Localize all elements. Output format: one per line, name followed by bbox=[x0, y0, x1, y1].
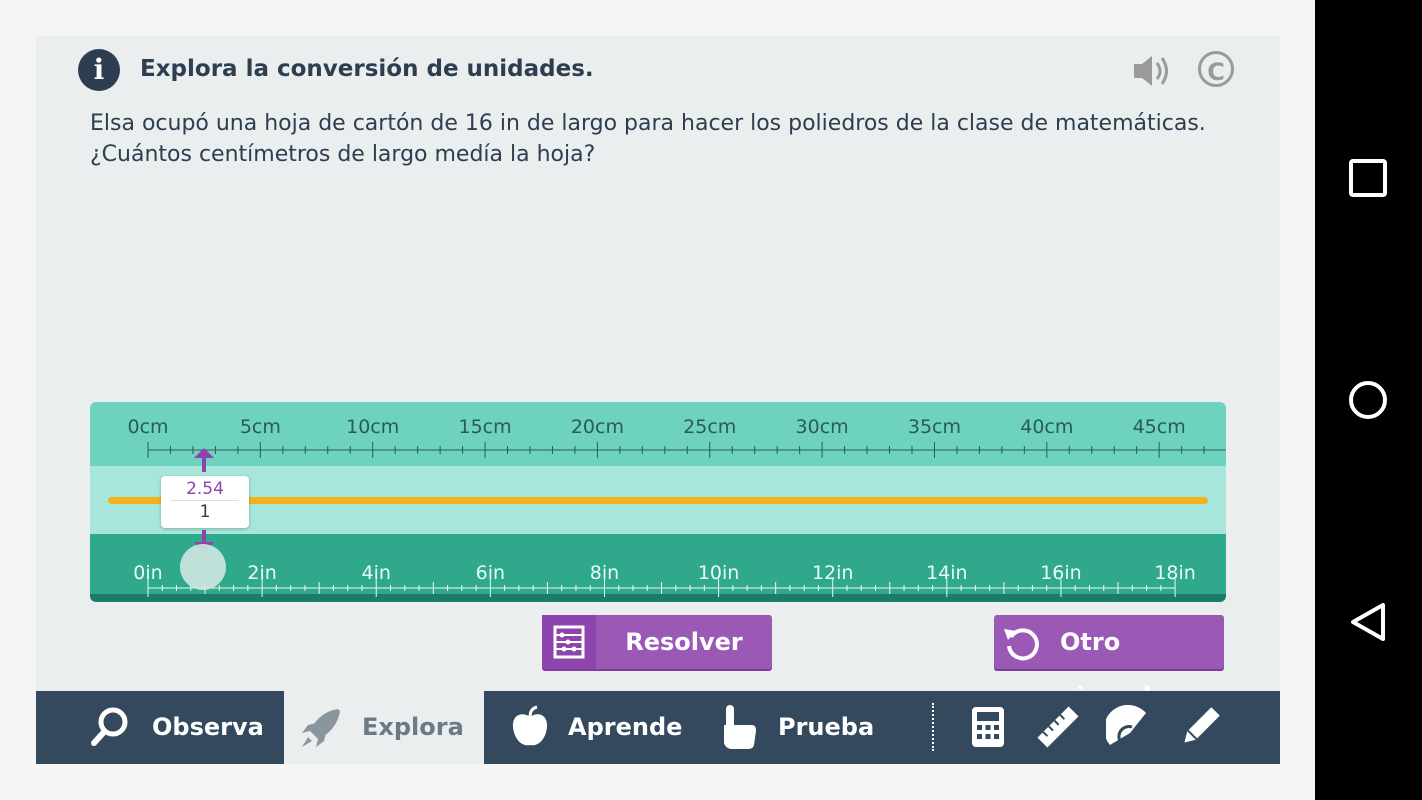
drag-handle[interactable] bbox=[180, 544, 226, 590]
nav-separator bbox=[932, 703, 934, 751]
square-recent-icon[interactable] bbox=[1347, 157, 1389, 199]
marker-cm-value: 2.54 bbox=[186, 479, 224, 499]
triangle-back-icon[interactable] bbox=[1347, 601, 1389, 643]
tab-aprende[interactable]: Aprende bbox=[484, 691, 692, 764]
question-text: Elsa ocupó una hoja de cartón de 16 in d… bbox=[90, 108, 1206, 170]
protractor-icon[interactable] bbox=[1106, 705, 1150, 749]
tab-observa-label: Observa bbox=[152, 713, 264, 741]
tab-prueba[interactable]: Prueba bbox=[692, 691, 892, 764]
otro-ejemplo-button[interactable]: Otro ejemplo bbox=[994, 615, 1224, 710]
pointer-hand-icon bbox=[724, 705, 756, 749]
abacus-icon bbox=[542, 615, 596, 669]
conversion-ruler[interactable]: 0cm 5cm 10cm 15cm 20cm 25cm 30cm 35cm 40cm 45cm 0… bbox=[90, 402, 1226, 602]
question-line-2: ¿Cuántos centímetros de largo medía la h… bbox=[90, 142, 596, 167]
pencil-icon[interactable] bbox=[1178, 705, 1222, 749]
page-title: Explora la conversión de unidades. bbox=[140, 56, 594, 82]
marker-in-value: 1 bbox=[171, 500, 239, 523]
tab-explora[interactable]: Explora bbox=[284, 691, 484, 764]
calculator-icon[interactable] bbox=[966, 705, 1010, 749]
system-nav-bar bbox=[1315, 0, 1422, 800]
question-line-1: Elsa ocupó una hoja de cartón de 16 in d… bbox=[90, 111, 1206, 136]
rocket-icon bbox=[302, 709, 340, 747]
tab-explora-label: Explora bbox=[362, 713, 464, 741]
ruler-icon[interactable] bbox=[1036, 705, 1080, 749]
search-icon bbox=[91, 707, 128, 746]
bottom-nav: Observa Explora Aprende Prueba bbox=[36, 691, 1280, 764]
header: i Explora la conversión de unidades. C bbox=[36, 36, 1280, 106]
apple-icon bbox=[512, 705, 548, 746]
speaker-icon[interactable] bbox=[1132, 52, 1172, 90]
tab-aprende-label: Aprende bbox=[568, 713, 683, 741]
refresh-icon bbox=[994, 615, 1048, 669]
resolver-button[interactable]: Resolver bbox=[542, 615, 772, 669]
app-window: i Explora la conversión de unidades. C E… bbox=[36, 36, 1280, 764]
tab-observa[interactable]: Observa bbox=[36, 691, 284, 764]
tab-prueba-label: Prueba bbox=[778, 713, 875, 741]
resolver-label: Resolver bbox=[625, 628, 743, 656]
conversion-marker[interactable]: 2.54 1 bbox=[161, 476, 249, 528]
info-icon[interactable]: i bbox=[78, 49, 120, 91]
circle-home-icon[interactable] bbox=[1347, 379, 1389, 421]
marker-arrows bbox=[194, 448, 214, 552]
copyright-icon[interactable]: C bbox=[1198, 51, 1234, 87]
